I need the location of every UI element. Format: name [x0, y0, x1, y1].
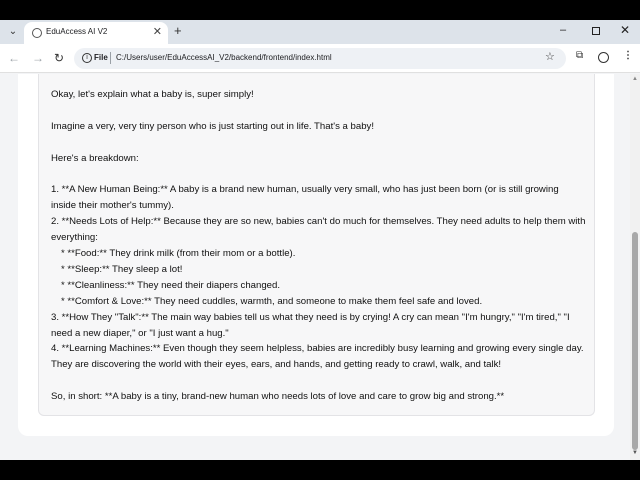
scrollbar-thumb[interactable] [632, 232, 638, 450]
forward-button[interactable]: → [32, 51, 44, 65]
extensions-icon[interactable]: ⧉ [576, 50, 583, 61]
response-summary: So, in short: **A baby is a tiny, brand-… [51, 391, 505, 403]
maximize-button[interactable] [592, 27, 600, 35]
reload-button[interactable]: ↻ [54, 51, 64, 65]
address-bar[interactable]: i File C:/Users/user/EduAccessAI_V2/back… [74, 48, 566, 69]
close-window-button[interactable]: ✕ [620, 23, 630, 37]
tab-title: EduAccess AI V2 [46, 27, 108, 36]
new-tab-button[interactable]: + [174, 24, 182, 38]
response-line: Imagine a very, very tiny person who is … [51, 120, 375, 132]
response-text: Okay, let's explain what a baby is, supe… [51, 87, 586, 405]
globe-icon [32, 28, 42, 38]
response-intro: Okay, let's explain what a baby is, supe… [51, 89, 254, 100]
scroll-down-arrow-icon[interactable]: ▼ [632, 450, 638, 456]
bullet-item: * **Food:** They drink milk (from their … [61, 248, 296, 260]
page-scrollbar[interactable]: ▲ ▼ [630, 74, 640, 460]
back-button[interactable]: ← [8, 51, 20, 65]
browser-window: ⌄ EduAccess AI V2 ✕ + – ✕ ← → ↻ i File C… [0, 20, 640, 460]
bullet-item: * **Sleep:** They sleep a lot! [61, 263, 183, 275]
response-line: Here's a breakdown: [51, 152, 139, 164]
scroll-up-arrow-icon[interactable]: ▲ [632, 76, 638, 82]
tab-close-button[interactable]: ✕ [153, 26, 162, 38]
letterbox-top [0, 0, 640, 20]
tab-eduaccess[interactable]: EduAccess AI V2 ✕ [24, 22, 168, 44]
address-divider [110, 52, 111, 64]
profile-avatar-icon[interactable] [598, 52, 609, 63]
tab-search-button[interactable]: ⌄ [4, 24, 22, 40]
list-item: 1. **A New Human Being:** A baby is a br… [51, 184, 559, 212]
minimize-button[interactable]: – [560, 24, 566, 36]
url-text[interactable]: C:/Users/user/EduAccessAI_V2/backend/fro… [116, 53, 332, 62]
tab-strip: ⌄ EduAccess AI V2 ✕ + – ✕ [0, 20, 640, 44]
browser-menu-icon[interactable]: ⋮ [623, 50, 633, 61]
info-icon[interactable]: i [82, 53, 92, 63]
page-viewport: Okay, let's explain what a baby is, supe… [0, 74, 640, 460]
letterbox-bottom [0, 460, 640, 480]
list-item: 3. **How They "Talk":** The main way bab… [51, 311, 570, 339]
bookmark-star-icon[interactable]: ☆ [545, 50, 555, 63]
bullet-item: * **Cleanliness:** They need their diape… [61, 279, 281, 291]
scheme-label: File [94, 53, 108, 62]
list-item: 4. **Learning Machines:** Even though th… [51, 343, 584, 371]
list-item: 2. **Needs Lots of Help:** Because they … [51, 216, 586, 244]
browser-toolbar: ← → ↻ i File C:/Users/user/EduAccessAI_V… [0, 44, 640, 73]
response-panel: Okay, let's explain what a baby is, supe… [38, 74, 595, 416]
bullet-item: * **Comfort & Love:** They need cuddles,… [61, 295, 483, 307]
